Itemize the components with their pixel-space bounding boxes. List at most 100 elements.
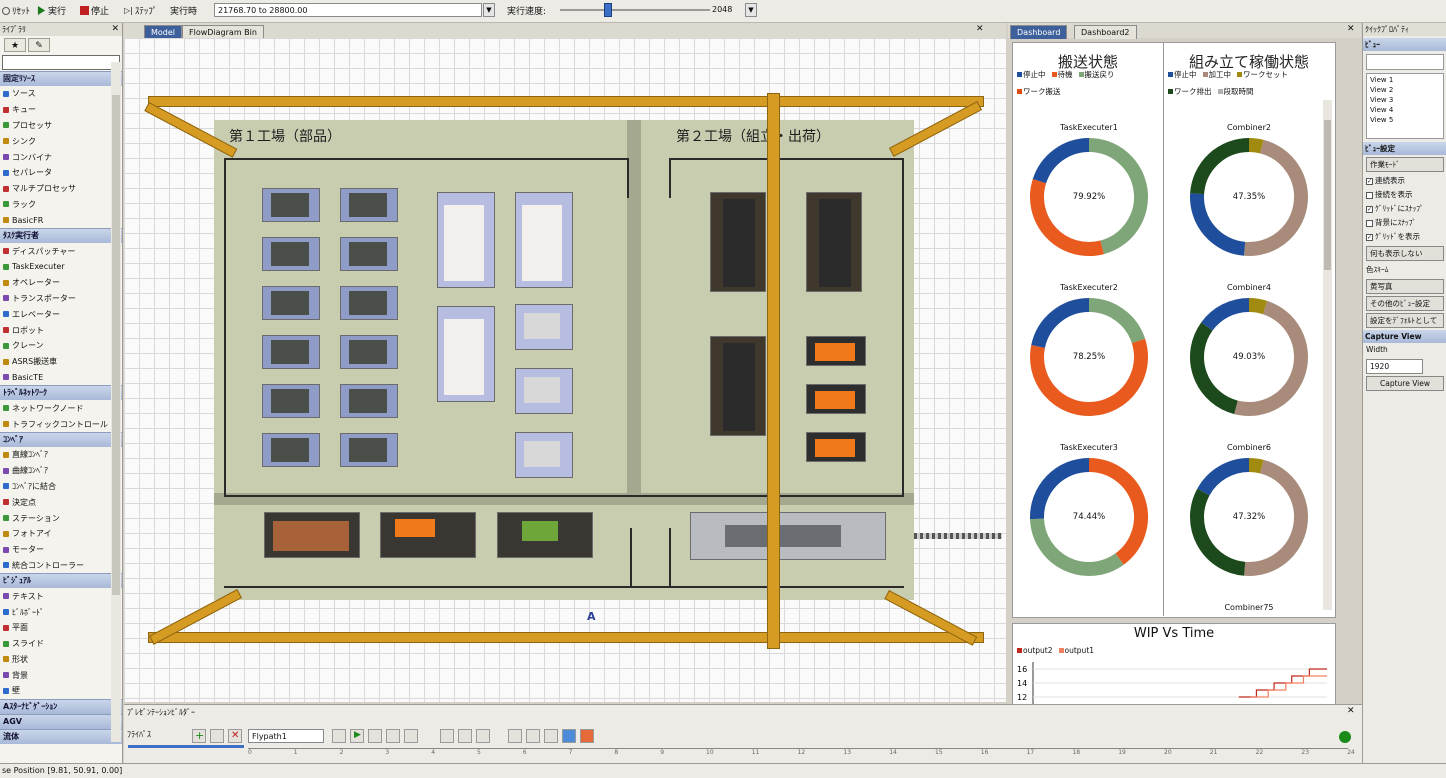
library-item[interactable]: スライド <box>0 636 122 652</box>
key-options-icon[interactable] <box>508 729 522 743</box>
checkbox-icon[interactable] <box>1366 219 1373 227</box>
speed-slider-track[interactable] <box>560 9 710 11</box>
library-item[interactable]: BasicTE <box>0 370 122 386</box>
view-list-item[interactable]: View 3 <box>1370 95 1440 105</box>
dashboard-close-icon[interactable]: ✕ <box>1347 24 1355 34</box>
library-group-header[interactable]: ｺﾝﾍﾞｱ <box>0 431 122 447</box>
copy-flypath-icon[interactable] <box>210 729 224 743</box>
library-item[interactable]: 統合コントローラー <box>0 558 122 574</box>
library-item[interactable]: 曲線ｺﾝﾍﾞｱ <box>0 463 122 479</box>
library-item[interactable]: トランスポーター <box>0 291 122 307</box>
hide-select[interactable]: 何も表示しない <box>1366 246 1444 261</box>
library-item[interactable]: TaskExecuter <box>0 259 122 275</box>
sync-icon[interactable] <box>562 729 576 743</box>
view-list-item[interactable]: View 1 <box>1370 75 1440 85</box>
library-item[interactable]: BasicFR <box>0 212 122 228</box>
checkbox-icon[interactable]: ✓ <box>1366 233 1373 241</box>
capture-view-button[interactable]: Capture View <box>1366 376 1444 391</box>
library-item[interactable]: ステーション <box>0 510 122 526</box>
run-time-field[interactable]: 21768.70 to 28800.00 <box>214 3 482 17</box>
model-3d-view[interactable]: 第１工場（部品） 第２工場（組立・出荷） A <box>124 38 1006 702</box>
library-item[interactable]: マルチプロセッサ <box>0 181 122 197</box>
loop-icon[interactable] <box>544 729 558 743</box>
library-item[interactable]: 平面 <box>0 620 122 636</box>
library-item[interactable]: クレーン <box>0 338 122 354</box>
library-item[interactable]: ロボット <box>0 322 122 338</box>
library-item[interactable]: 直線ｺﾝﾍﾞｱ <box>0 447 122 463</box>
library-item[interactable]: ディスパッチャー <box>0 243 122 259</box>
library-item[interactable]: エレベーター <box>0 306 122 322</box>
tab-model[interactable]: Model <box>144 25 183 39</box>
view-group-header[interactable]: ﾋﾞｭｰ <box>1363 38 1446 51</box>
library-item[interactable]: キュー <box>0 102 122 118</box>
set-default-button[interactable]: 設定をﾃﾞﾌｫﾙﾄとして <box>1366 313 1444 328</box>
library-tab-tools[interactable]: ✎ <box>28 38 50 52</box>
run-time-dropdown[interactable]: ▼ <box>483 3 495 17</box>
first-key-icon[interactable] <box>332 729 346 743</box>
capture-view-header[interactable]: Capture View <box>1363 330 1446 343</box>
model-close-icon[interactable]: ✕ <box>976 24 984 34</box>
view-list-item[interactable]: View 4 <box>1370 105 1440 115</box>
library-item[interactable]: ソース <box>0 86 122 102</box>
presentation-close-icon[interactable]: ✕ <box>1347 706 1355 716</box>
work-mode-select[interactable]: 作業ﾓｰﾄﾞ <box>1366 157 1444 172</box>
library-item[interactable]: トラフィックコントロール <box>0 416 122 432</box>
library-group-header[interactable]: ﾋﾞｼﾞｭｱﾙ <box>0 573 122 589</box>
library-item[interactable]: テキスト <box>0 588 122 604</box>
edit-key-icon[interactable] <box>526 729 540 743</box>
tab-dashboard2[interactable]: Dashboard2 <box>1074 25 1137 39</box>
library-item[interactable]: オペレーター <box>0 275 122 291</box>
reset-button[interactable]: ﾘｾｯﾄ <box>2 3 30 18</box>
library-item[interactable]: プロセッサ <box>0 118 122 134</box>
view-name-field[interactable] <box>1366 54 1444 70</box>
stop-button[interactable]: 停止 <box>80 3 109 18</box>
library-item[interactable]: ラック <box>0 197 122 213</box>
library-item[interactable]: コンバイナ <box>0 149 122 165</box>
view-setting-checkbox[interactable]: ✓ 連続表示 <box>1363 174 1446 188</box>
prev-key-icon[interactable] <box>386 729 400 743</box>
library-group-header[interactable]: Aｽﾀｰﾅﾋﾞｹﾞｰｼｮﾝ <box>0 698 122 714</box>
library-item[interactable]: 壁 <box>0 683 122 699</box>
play-flypath-icon[interactable]: ▶ <box>350 729 364 743</box>
dashboard-scrollbar-thumb[interactable] <box>1324 120 1331 270</box>
view-settings-header[interactable]: ﾋﾞｭｰ設定 <box>1363 142 1446 155</box>
library-item[interactable]: ｺﾝﾍﾞｱに結合 <box>0 479 122 495</box>
add-key-icon[interactable] <box>440 729 454 743</box>
checkbox-icon[interactable]: ✓ <box>1366 205 1373 213</box>
view-list-item[interactable]: View 5 <box>1370 115 1440 125</box>
add-flypath-icon[interactable]: + <box>192 729 206 743</box>
view-setting-checkbox[interactable]: ✓ ｸﾞﾘｯﾄﾞを表示 <box>1363 230 1446 244</box>
library-item[interactable]: 形状 <box>0 652 122 668</box>
record-icon[interactable] <box>580 729 594 743</box>
tab-dashboard[interactable]: Dashboard <box>1010 25 1068 39</box>
library-close-icon[interactable]: ✕ <box>111 23 119 36</box>
flypath-timeline[interactable]: 0 1 2 3 4 5 6 7 8 9 10 11 12 13 14 15 16 17 18 19 20 21 22 23 24 <box>248 748 1355 761</box>
flypath-select[interactable]: Flypath1 <box>248 729 324 743</box>
library-group-header[interactable]: ﾄﾗﾍﾞﾙﾈｯﾄﾜｰｸ <box>0 385 122 401</box>
speed-slider-thumb[interactable] <box>604 3 612 17</box>
library-group-header[interactable]: AGV <box>0 713 122 729</box>
view-setting-checkbox[interactable]: ✓ ｸﾞﾘｯﾄﾞにｽﾅｯﾌﾟ <box>1363 202 1446 216</box>
color-scheme-select[interactable]: 黄写真 <box>1366 279 1444 294</box>
checkbox-icon[interactable] <box>1366 191 1373 199</box>
library-search-input[interactable] <box>2 55 120 70</box>
step-button[interactable]: ▷| ｽﾃｯﾌﾟ <box>124 3 157 18</box>
library-item[interactable]: フォトアイ <box>0 526 122 542</box>
next-key-icon[interactable] <box>404 729 418 743</box>
other-view-settings-button[interactable]: その他のﾋﾞｭｰ設定 <box>1366 296 1444 311</box>
run-button[interactable]: 実行 <box>37 3 66 18</box>
view-setting-checkbox[interactable]: 背景にｽﾅｯﾌﾟ <box>1363 216 1446 230</box>
remove-key-icon[interactable] <box>458 729 472 743</box>
view-setting-checkbox[interactable]: 接続を表示 <box>1363 188 1446 202</box>
library-scrollbar-thumb[interactable] <box>112 95 120 595</box>
library-item[interactable]: ASRS搬送車 <box>0 354 122 370</box>
view-list-item[interactable]: View 2 <box>1370 85 1440 95</box>
update-key-icon[interactable] <box>476 729 490 743</box>
help-icon[interactable] <box>1339 731 1351 743</box>
library-item[interactable]: モーター <box>0 542 122 558</box>
width-input[interactable]: 1920 <box>1366 359 1423 374</box>
library-group-header[interactable]: 流体 <box>0 728 122 744</box>
library-item[interactable]: 背景 <box>0 667 122 683</box>
library-item[interactable]: ネットワークノード <box>0 400 122 416</box>
library-group-header[interactable]: 固定ﾘｿｰｽ <box>0 71 122 86</box>
